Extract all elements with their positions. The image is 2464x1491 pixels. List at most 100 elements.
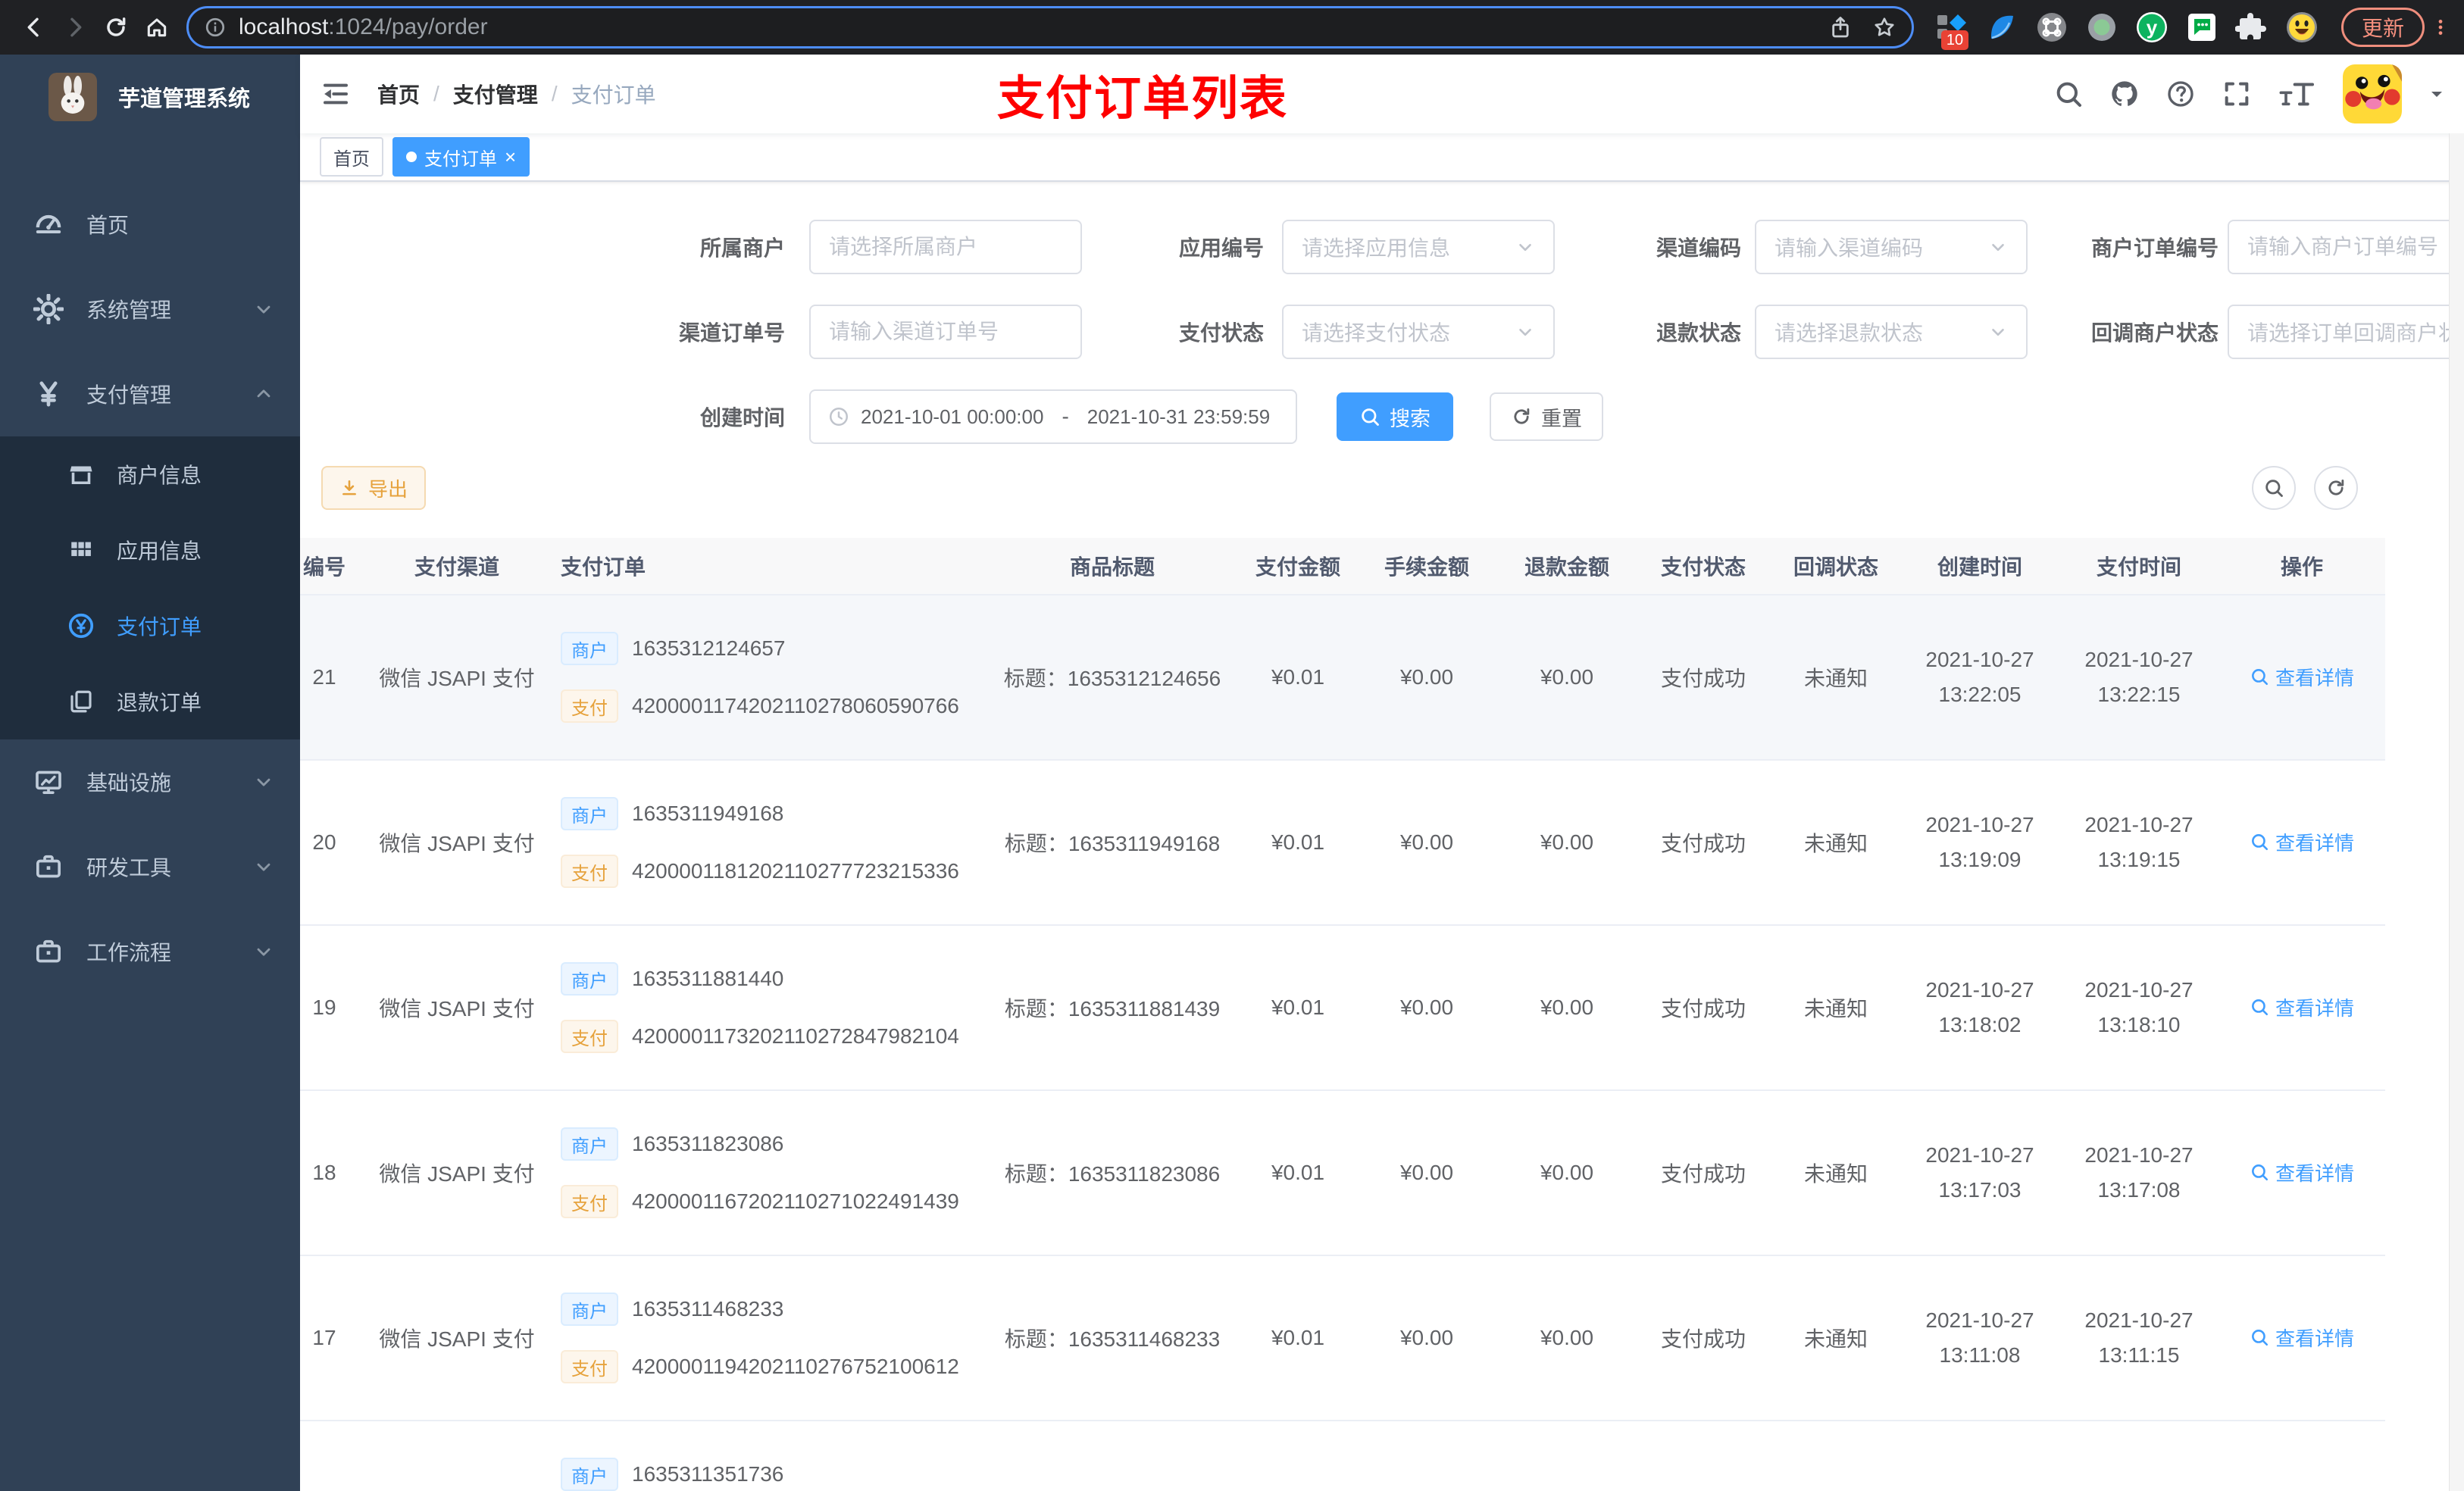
- table-row: 商户1635311351736 支付: [300, 1421, 2385, 1491]
- table-toolbar: 导出: [321, 464, 2434, 512]
- extension-icon-chat[interactable]: [2185, 11, 2219, 44]
- avatar-caret-down-icon[interactable]: [2428, 85, 2446, 103]
- sidebar-item-infra[interactable]: 基础设施: [0, 739, 300, 824]
- breadcrumb-home[interactable]: 首页: [377, 79, 420, 109]
- cell-refund: ¥0.00: [1540, 1161, 1594, 1184]
- extension-icon-circle[interactable]: [2085, 11, 2118, 44]
- sidebar-item-dev-tools[interactable]: 研发工具: [0, 824, 300, 909]
- view-detail-link[interactable]: 查看详情: [2250, 663, 2354, 691]
- merchant-tag: 商户: [561, 797, 618, 830]
- cell-refund: ¥0.00: [1540, 665, 1594, 689]
- extension-icon-y[interactable]: y: [2135, 11, 2169, 44]
- collapse-sidebar-icon[interactable]: [320, 78, 352, 110]
- sidebar-item-home[interactable]: 首页: [0, 182, 300, 267]
- page-content: 所属商户 应用编号 请选择应用信息 渠道编码 请输入渠道编码 商户订单编号: [300, 182, 2464, 1491]
- show-search-toggle-button[interactable]: [2252, 466, 2296, 510]
- filter-row-3: 创建时间 2021-10-01 00:00:00 - 2021-10-31 23…: [321, 374, 2434, 459]
- cell-action: 查看详情: [2219, 828, 2385, 858]
- fullscreen-icon[interactable]: [2222, 79, 2252, 109]
- channel-order-no-input[interactable]: [809, 305, 1082, 359]
- create-time-range-picker[interactable]: 2021-10-01 00:00:00 - 2021-10-31 23:59:5…: [809, 389, 1297, 444]
- help-icon[interactable]: [2165, 79, 2196, 109]
- col-header-callback: 回调状态: [1793, 555, 1878, 579]
- bookmark-star-icon[interactable]: [1872, 15, 1896, 39]
- sidebar-item-label: 基础设施: [86, 771, 172, 795]
- search-button[interactable]: 搜索: [1337, 392, 1453, 441]
- refund-status-select[interactable]: 请选择退款状态: [1755, 305, 2028, 359]
- browser-reload-button[interactable]: [95, 7, 136, 48]
- yen-icon: [33, 379, 64, 409]
- col-header-fee: 手续金额: [1384, 555, 1469, 579]
- cell-status: 支付成功: [1660, 1327, 1746, 1351]
- chevron-down-icon: [1988, 237, 2008, 257]
- merchant-order-no-input[interactable]: [2228, 220, 2464, 274]
- sidebar-item-app-info[interactable]: 应用信息: [0, 512, 300, 588]
- extension-icon-balloon[interactable]: [1985, 11, 2018, 44]
- app-select[interactable]: 请选择应用信息: [1282, 220, 1555, 274]
- sidebar-item-workflow[interactable]: 工作流程: [0, 909, 300, 994]
- cell-title: 标题：1635312124656: [1003, 667, 1221, 690]
- cell-order: 商户 1635311823086 支付 4200001167202110271022…: [544, 1127, 983, 1218]
- browser-back-button[interactable]: [14, 7, 55, 48]
- user-avatar[interactable]: [2343, 64, 2402, 123]
- sidebar-submenu-pay: 商户信息 应用信息 支付订单 退款订单: [0, 436, 300, 739]
- channel-pay-no: 4200001173202110272847982104: [632, 1024, 959, 1048]
- view-detail-link[interactable]: 查看详情: [2250, 1158, 2354, 1186]
- refresh-icon: [2325, 477, 2347, 499]
- extensions-puzzle-icon[interactable]: [2235, 11, 2269, 44]
- share-icon[interactable]: [1828, 15, 1853, 39]
- breadcrumb-pay-manage[interactable]: 支付管理: [453, 79, 538, 109]
- view-detail-link[interactable]: 查看详情: [2250, 1324, 2354, 1352]
- sidebar-item-label: 应用信息: [117, 539, 202, 563]
- sidebar-item-system[interactable]: 系统管理: [0, 267, 300, 352]
- sidebar-item-merchant-info[interactable]: 商户信息: [0, 436, 300, 512]
- app-logo[interactable]: 芋道管理系统: [0, 55, 300, 139]
- page-scrollbar[interactable]: [2449, 133, 2464, 1491]
- merchant-order-no: 1635311468233: [632, 1297, 784, 1321]
- col-header-status: 支付状态: [1660, 555, 1746, 579]
- cell-order: 商户 1635312124657 支付 4200001174202110278060…: [544, 632, 983, 723]
- channel-pay-no: 4200001181202110277723215336: [632, 859, 959, 883]
- export-button[interactable]: 导出: [321, 466, 427, 510]
- channel-pay-no: 4200001194202110276752100612: [632, 1355, 959, 1378]
- cell-fee: ¥0.00: [1399, 665, 1454, 689]
- browser-home-button[interactable]: [136, 7, 177, 48]
- sidebar-item-label: 支付订单: [117, 615, 202, 639]
- profile-emoji-avatar[interactable]: [2285, 11, 2319, 44]
- merchant-select-input[interactable]: [809, 220, 1082, 274]
- filter-label-refund-status: 退款状态: [1656, 321, 1742, 345]
- table-row: 20 微信 JSAPI 支付 商户 1635311949168 支付 4200001…: [300, 761, 2385, 926]
- address-bar[interactable]: localhost:1024/pay/order: [186, 6, 1914, 48]
- sidebar-item-refund-order[interactable]: 退款订单: [0, 664, 300, 739]
- cell-pay-time: 2021-10-27 13:22:15: [2084, 648, 2194, 706]
- cell-action: 查看详情: [2219, 1158, 2385, 1188]
- search-icon: [1359, 406, 1381, 427]
- view-detail-link[interactable]: 查看详情: [2250, 993, 2354, 1021]
- extension-icon-command[interactable]: [2035, 11, 2068, 44]
- tag-home[interactable]: 首页: [320, 137, 383, 177]
- tag-close-icon[interactable]: ×: [505, 147, 516, 167]
- header-search-icon[interactable]: [2053, 79, 2084, 109]
- refresh-table-button[interactable]: [2314, 466, 2358, 510]
- search-icon: [2250, 1162, 2269, 1182]
- chrome-update-button[interactable]: 更新: [2340, 8, 2425, 47]
- pay-status-select[interactable]: 请选择支付状态: [1282, 305, 1555, 359]
- cell-status: 支付成功: [1660, 1162, 1746, 1186]
- view-detail-link[interactable]: 查看详情: [2250, 828, 2354, 856]
- channel-code-select[interactable]: 请输入渠道编码: [1755, 220, 2028, 274]
- reset-button[interactable]: 重置: [1490, 392, 1603, 441]
- font-size-icon[interactable]: [2278, 79, 2317, 109]
- sidebar-item-pay-order[interactable]: 支付订单: [0, 588, 300, 664]
- active-tag-dot: [406, 152, 417, 162]
- browser-menu-icon[interactable]: [2431, 12, 2450, 42]
- site-info-icon[interactable]: [204, 16, 227, 39]
- browser-forward-button[interactable]: [55, 7, 95, 48]
- github-icon[interactable]: [2109, 79, 2140, 109]
- sidebar-item-pay[interactable]: 支付管理: [0, 352, 300, 436]
- cell-no: 19: [312, 996, 336, 1019]
- extension-icon-diamond[interactable]: 10: [1935, 11, 1968, 50]
- filter-label-callback-status: 回调商户状态: [2090, 321, 2219, 345]
- callback-status-select[interactable]: 请选择订单回调商户状态: [2228, 305, 2464, 359]
- tag-pay-order[interactable]: 支付订单 ×: [392, 137, 530, 177]
- copy-document-icon: [67, 687, 95, 716]
